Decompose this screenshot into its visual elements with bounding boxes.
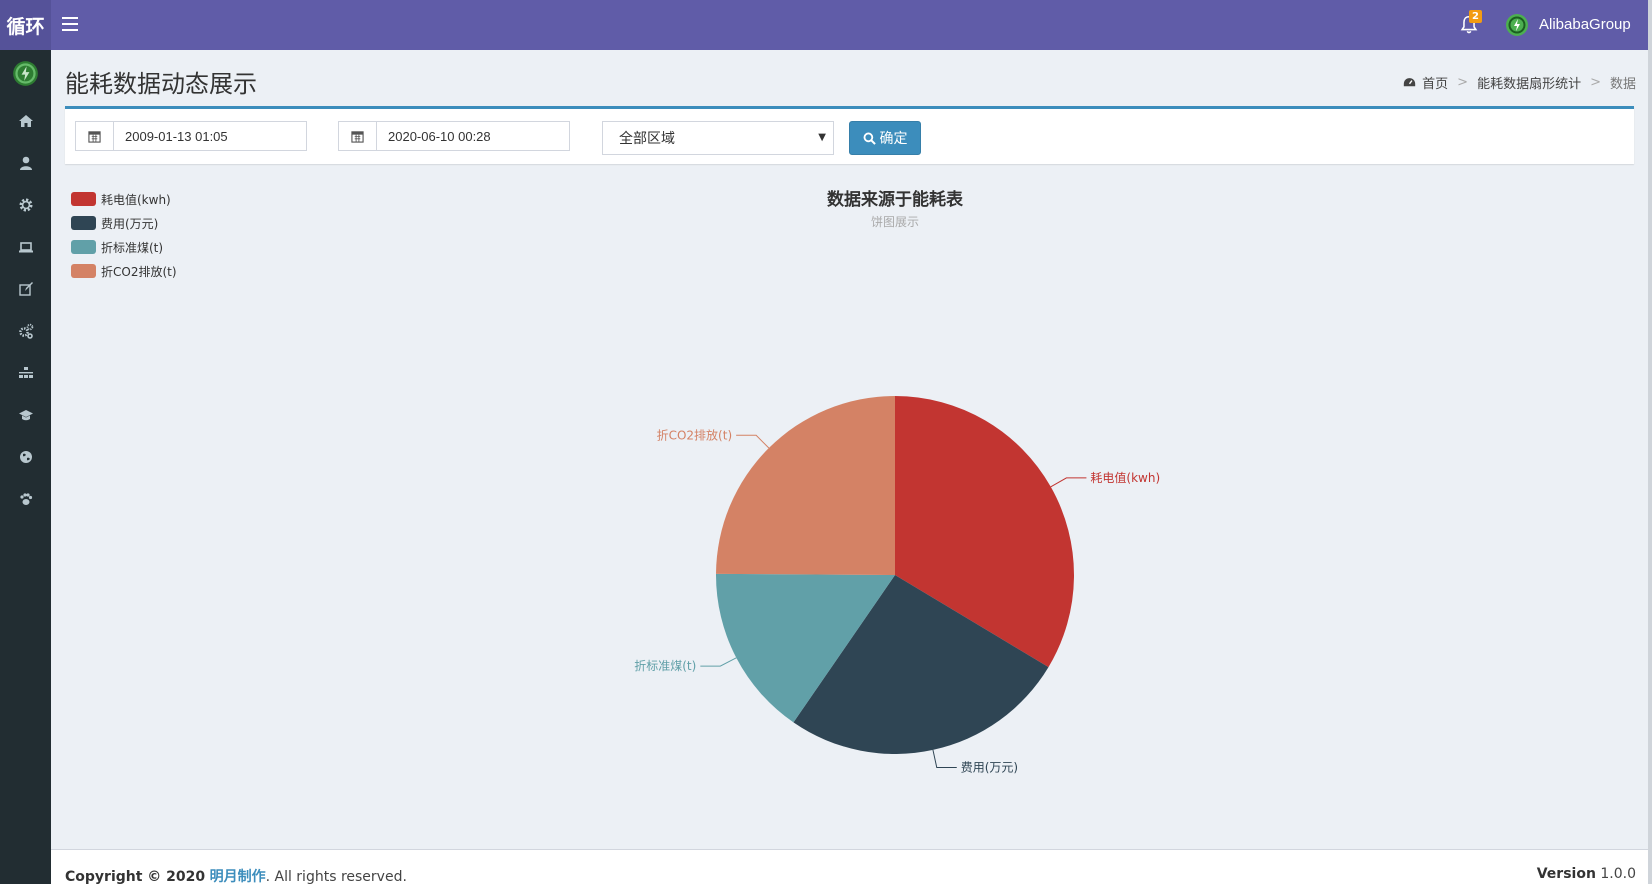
- rights-text: . All rights reserved.: [265, 869, 407, 884]
- footer-copyright: Copyright © 2020 明月制作. All rights reserv…: [65, 866, 407, 884]
- scrollbar[interactable]: [1648, 0, 1652, 884]
- pie-slice-label: 折CO2排放(t): [657, 427, 733, 442]
- footer: Copyright © 2020 明月制作. All rights reserv…: [51, 849, 1648, 884]
- pie-slice-label: 耗电值(kwh): [1090, 470, 1160, 485]
- pie-label-line: [932, 749, 957, 769]
- pie-slice[interactable]: [716, 396, 895, 575]
- author-link[interactable]: 明月制作: [210, 869, 266, 884]
- version-number: 1.0.0: [1600, 866, 1636, 882]
- pie-chart: 耗电值(kwh) 费用(万元) 折标准煤(t) 折CO2排放(t): [634, 396, 1160, 775]
- pie-slice-label: 折标准煤(t): [634, 658, 696, 673]
- pie-slice-label: 费用(万元): [961, 761, 1018, 775]
- pie-label-line: [700, 657, 737, 667]
- copyright-prefix: Copyright © 2020: [65, 869, 206, 884]
- version-label: Version: [1536, 866, 1596, 882]
- pie-label-line: [1050, 477, 1087, 488]
- pie-label-line: [736, 434, 770, 449]
- footer-version: Version 1.0.0: [1537, 866, 1636, 882]
